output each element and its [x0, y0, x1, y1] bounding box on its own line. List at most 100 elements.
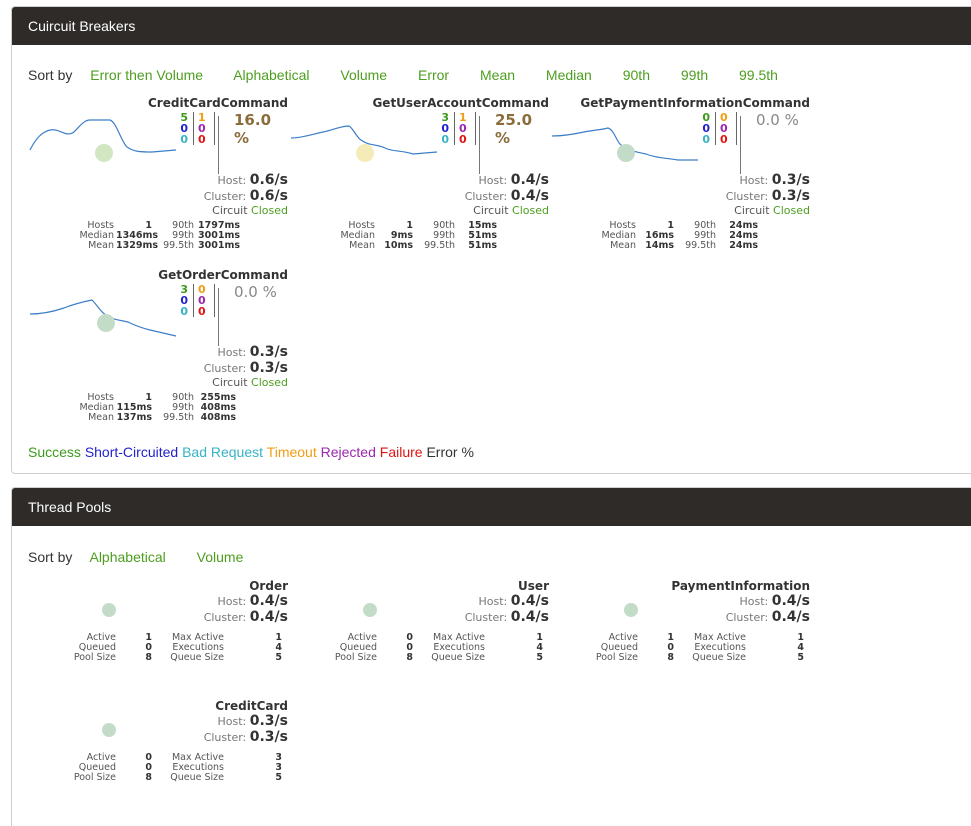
- queue-size-label: Queue Size: [170, 652, 224, 663]
- circuit-breakers-panel: Cuircuit Breakers Sort by Error then Vol…: [11, 6, 971, 474]
- pool-name: User: [518, 579, 549, 593]
- circuit-status-value: Closed: [251, 376, 288, 389]
- thread-pool-card: CreditCard Host: 0.3/s Cluster: 0.3/s Ac…: [28, 699, 288, 809]
- error-divider: [740, 116, 741, 174]
- health-circle: [95, 144, 113, 162]
- host-label: Host:: [478, 595, 508, 608]
- error-percentage: 0.0 %: [234, 283, 277, 301]
- pool-cluster-rate: Cluster: 0.4/s: [204, 609, 288, 625]
- cluster-label: Cluster:: [203, 362, 247, 375]
- pool-name: CreditCard: [215, 699, 288, 713]
- pool-health-circle: [102, 603, 116, 617]
- host-rate: Host: 0.4/s: [478, 172, 549, 188]
- sort-99-5th[interactable]: 99.5th: [739, 67, 778, 83]
- count-divider: [193, 284, 194, 317]
- circuit-status: Circuit Closed: [212, 204, 288, 217]
- mean-value: 10ms: [384, 240, 413, 251]
- pool-size-value: 8: [145, 652, 152, 663]
- queue-size-value: 5: [797, 652, 804, 663]
- pool-cluster-rate: Cluster: 0.4/s: [726, 609, 810, 625]
- queue-size-value: 5: [275, 652, 282, 663]
- mean-label: Mean: [610, 240, 636, 251]
- mean-value: 137ms: [116, 412, 152, 423]
- host-label: Host:: [217, 174, 247, 187]
- legend-timeout: Timeout: [266, 444, 317, 460]
- sort-90th[interactable]: 90th: [623, 67, 650, 83]
- sparkline-chart: [29, 299, 177, 337]
- cluster-label: Cluster:: [725, 190, 769, 203]
- host-rate-value: 0.4/s: [510, 593, 549, 609]
- sparkline-chart: [551, 127, 698, 162]
- p995-value: 24ms: [729, 240, 758, 251]
- cluster-rate: Cluster: 0.6/s: [204, 188, 288, 204]
- legend-success: Success: [28, 444, 81, 460]
- circuit-label: Circuit: [212, 376, 248, 389]
- thread-pool-card: Order Host: 0.4/s Cluster: 0.4/s Active …: [28, 579, 288, 689]
- pool-sort-alphabetical[interactable]: Alphabetical: [89, 549, 165, 565]
- cluster-rate-value: 0.4/s: [249, 609, 288, 625]
- command-name: GetOrderCommand: [158, 268, 288, 282]
- pool-size-label: Pool Size: [595, 652, 638, 663]
- thread-pools-title: Thread Pools: [12, 488, 971, 526]
- circuit-status-value: Closed: [251, 204, 288, 217]
- sparkline-chart: [29, 119, 177, 162]
- queue-size-value: 5: [275, 772, 282, 783]
- pool-sort-volume[interactable]: Volume: [197, 549, 244, 565]
- command-card: GetPaymentInformationCommand 0 0 0 0 0 0…: [550, 96, 810, 266]
- pool-name: Order: [249, 579, 288, 593]
- cluster-label: Cluster:: [464, 611, 508, 624]
- sort-median[interactable]: Median: [546, 67, 592, 83]
- sparkline-chart: [290, 125, 438, 162]
- host-rate: Host: 0.3/s: [739, 172, 810, 188]
- sort-by-label: Sort by: [28, 67, 73, 83]
- sort-error[interactable]: Error: [418, 67, 449, 83]
- sort-alphabetical[interactable]: Alphabetical: [233, 67, 309, 83]
- pool-health-circle: [363, 603, 377, 617]
- p995-value: 408ms: [200, 412, 236, 423]
- p995-label: 99.5th: [424, 240, 455, 251]
- p995-value: 3001ms: [198, 240, 240, 251]
- legend-short-circuited: Short-Circuited: [84, 444, 179, 460]
- host-rate-value: 0.4/s: [249, 593, 288, 609]
- sort-99th[interactable]: 99th: [681, 67, 708, 83]
- pool-size-value: 8: [145, 772, 152, 783]
- bad-request-count: 0: [180, 133, 188, 146]
- count-divider: [193, 112, 194, 145]
- host-rate-value: 0.4/s: [771, 593, 810, 609]
- circuit-label: Circuit: [212, 204, 248, 217]
- thread-pool-card: PaymentInformation Host: 0.4/s Cluster: …: [550, 579, 810, 689]
- cluster-rate-value: 0.6/s: [249, 188, 288, 204]
- command-card: CreditCardCommand 5 0 0 1 0 0 16.0 % Hos…: [28, 96, 288, 266]
- pool-size-value: 8: [406, 652, 413, 663]
- cluster-label: Cluster:: [464, 190, 508, 203]
- sort-error-then-volume[interactable]: Error then Volume: [90, 67, 203, 83]
- status-legend: Success Short-Circuited Bad Request Time…: [28, 444, 474, 460]
- cluster-rate-value: 0.3/s: [249, 360, 288, 376]
- queue-size-label: Queue Size: [170, 772, 224, 783]
- sort-volume[interactable]: Volume: [340, 67, 387, 83]
- failure-count: 0: [198, 133, 206, 146]
- pool-size-value: 8: [667, 652, 674, 663]
- host-label: Host:: [217, 595, 247, 608]
- failure-count: 0: [720, 133, 728, 146]
- cluster-rate-value: 0.3/s: [771, 188, 810, 204]
- bad-request-count: 0: [702, 133, 710, 146]
- pool-sort-by-label: Sort by: [28, 549, 73, 565]
- command-name: CreditCardCommand: [147, 96, 288, 110]
- health-circle: [617, 144, 635, 162]
- error-percentage: 0.0 %: [756, 111, 799, 129]
- count-divider: [214, 112, 215, 145]
- p995-value: 51ms: [468, 240, 497, 251]
- circuit-sort-bar: Sort by Error then Volume Alphabetical V…: [28, 67, 805, 83]
- health-circle: [356, 144, 374, 162]
- command-card: GetUserAccountCommand 3 0 0 1 0 0 25.0 %…: [289, 96, 549, 266]
- command-card: GetOrderCommand 3 0 0 0 0 0 0.0 % Host: …: [28, 268, 288, 438]
- host-rate-value: 0.3/s: [771, 172, 810, 188]
- sort-mean[interactable]: Mean: [480, 67, 515, 83]
- pool-sort-bar: Sort by Alphabetical Volume: [28, 549, 270, 565]
- health-circle: [97, 314, 115, 332]
- cluster-label: Cluster:: [203, 611, 247, 624]
- circuit-status-value: Closed: [512, 204, 549, 217]
- pool-host-rate: Host: 0.4/s: [478, 593, 549, 609]
- pool-host-rate: Host: 0.4/s: [217, 593, 288, 609]
